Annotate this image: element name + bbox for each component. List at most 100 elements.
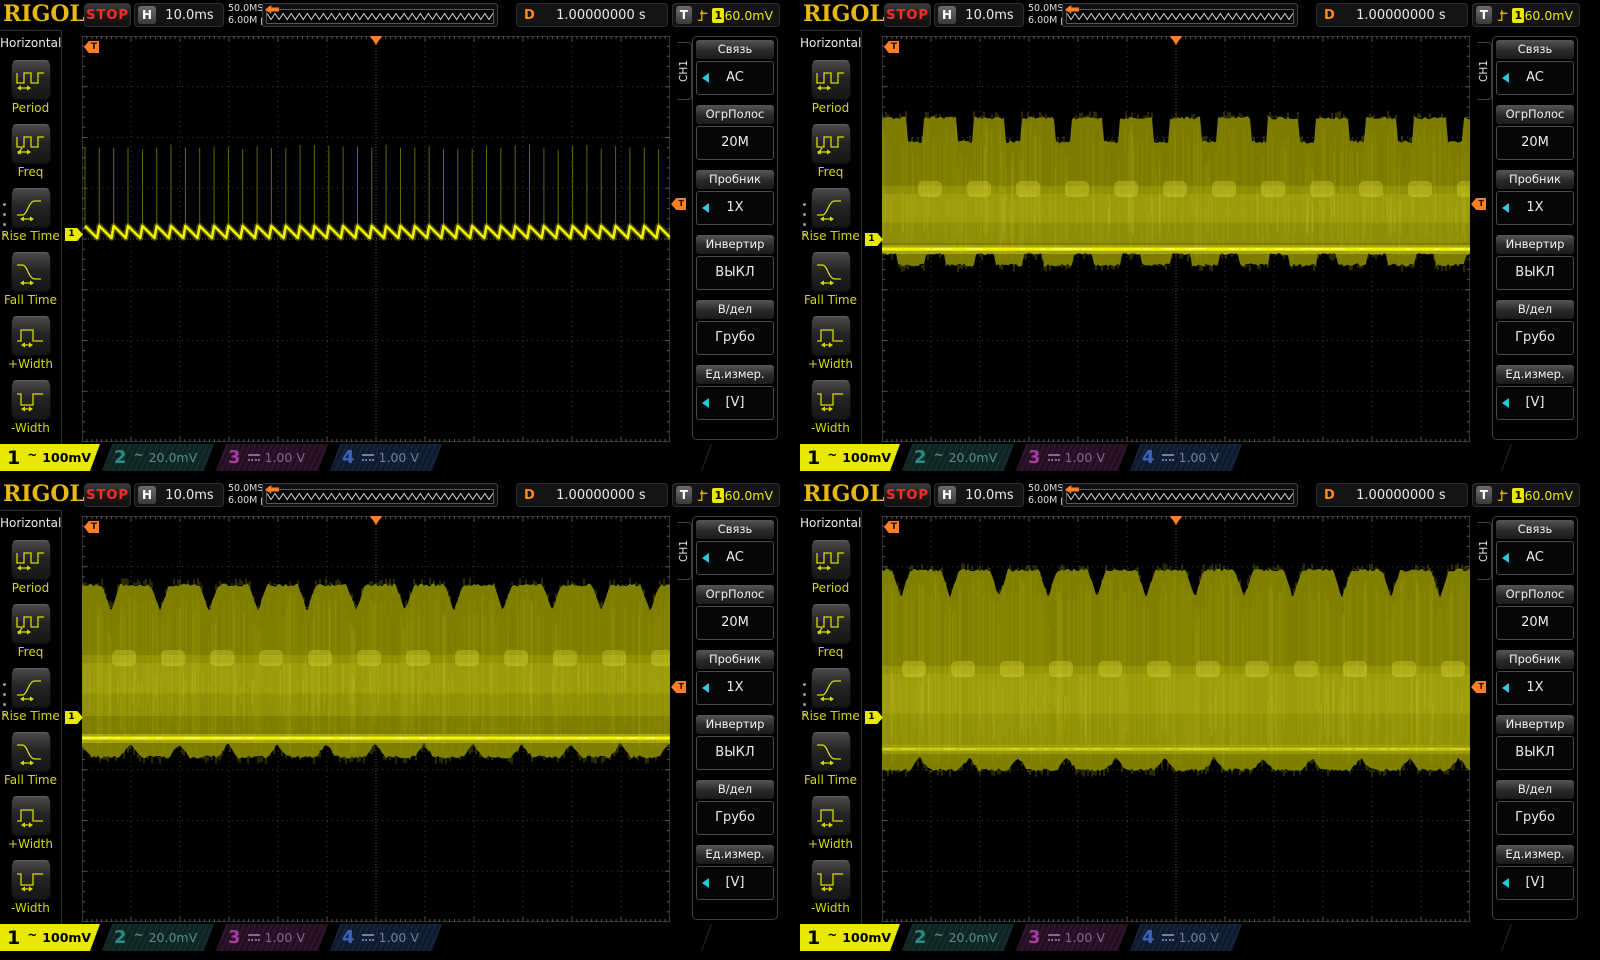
menu-item-value[interactable]: AC bbox=[696, 61, 774, 95]
menu-item-value[interactable]: AC bbox=[1496, 541, 1574, 575]
menu-item-header[interactable]: Пробник bbox=[696, 170, 774, 189]
menu-item-1[interactable]: Связь AC bbox=[696, 520, 774, 575]
sidebar-item-period[interactable]: Period bbox=[800, 60, 861, 115]
menu-item-header[interactable]: Инвертир bbox=[696, 715, 774, 734]
menu-item-4[interactable]: Инвертир ВЫКЛ bbox=[696, 235, 774, 290]
channel-2-tab[interactable]: 2 ~20.0mV bbox=[102, 444, 214, 471]
freq-icon[interactable] bbox=[810, 124, 851, 164]
menu-item-header[interactable]: В/дел bbox=[1496, 780, 1574, 799]
sidebar-item-freq[interactable]: Freq bbox=[800, 124, 861, 179]
channel-2-tab[interactable]: 2 ~20.0mV bbox=[902, 444, 1014, 471]
sidebar-item-fall-time[interactable]: Fall Time bbox=[800, 252, 861, 307]
menu-item-1[interactable]: Связь AC bbox=[1496, 40, 1574, 95]
menu-item-header[interactable]: Ед.измер. bbox=[696, 845, 774, 864]
menu-item-6[interactable]: Ед.измер. [V] bbox=[696, 365, 774, 420]
menu-item-header[interactable]: Пробник bbox=[696, 650, 774, 669]
freq-icon[interactable] bbox=[810, 604, 851, 644]
menu-item-value[interactable]: Грубо bbox=[1496, 801, 1574, 835]
channel1-ground-marker[interactable]: 1 bbox=[65, 711, 83, 724]
menu-item-5[interactable]: В/дел Грубо bbox=[1496, 780, 1574, 835]
menu-item-value[interactable]: [V] bbox=[1496, 386, 1574, 420]
menu-item-value[interactable]: ВЫКЛ bbox=[696, 736, 774, 770]
menu-item-header[interactable]: В/дел bbox=[696, 780, 774, 799]
rise-time-icon[interactable] bbox=[810, 668, 851, 708]
channel-1-tab[interactable]: 1 ~100mV B bbox=[0, 924, 100, 951]
sidebar-item-period[interactable]: Period bbox=[800, 540, 861, 595]
minus-width-icon[interactable] bbox=[810, 380, 851, 420]
menu-item-header[interactable]: Связь bbox=[696, 40, 774, 59]
period-icon[interactable] bbox=[810, 60, 851, 100]
menu-item-value[interactable]: 20M bbox=[1496, 126, 1574, 160]
plus-width-icon[interactable] bbox=[810, 316, 851, 356]
fall-time-icon[interactable] bbox=[810, 732, 851, 772]
menu-item-1[interactable]: Связь AC bbox=[696, 40, 774, 95]
menu-item-value[interactable]: AC bbox=[696, 541, 774, 575]
menu-item-header[interactable]: Ед.измер. bbox=[1496, 365, 1574, 384]
menu-item-value[interactable]: [V] bbox=[1496, 866, 1574, 900]
minus-width-icon[interactable] bbox=[810, 860, 851, 900]
freq-icon[interactable] bbox=[10, 604, 51, 644]
menu-item-4[interactable]: Инвертир ВЫКЛ bbox=[1496, 715, 1574, 770]
menu-item-2[interactable]: ОгрПолос 20M bbox=[1496, 585, 1574, 640]
menu-item-6[interactable]: Ед.измер. [V] bbox=[696, 845, 774, 900]
menu-item-value[interactable]: 20M bbox=[696, 126, 774, 160]
menu-item-header[interactable]: Связь bbox=[696, 520, 774, 539]
menu-item-3[interactable]: Пробник 1X bbox=[696, 650, 774, 705]
menu-item-3[interactable]: Пробник 1X bbox=[1496, 170, 1574, 225]
channel-2-tab[interactable]: 2 ~20.0mV bbox=[902, 924, 1014, 951]
plus-width-icon[interactable] bbox=[10, 796, 51, 836]
sidebar-item-period[interactable]: Period bbox=[0, 540, 61, 595]
menu-item-header[interactable]: ОгрПолос bbox=[696, 585, 774, 604]
trigger-position-triangle[interactable] bbox=[1170, 516, 1182, 525]
menu-item-header[interactable]: Инвертир bbox=[1496, 235, 1574, 254]
menu-item-value[interactable]: Грубо bbox=[696, 801, 774, 835]
rise-time-icon[interactable] bbox=[810, 188, 851, 228]
menu-item-value[interactable]: ВЫКЛ bbox=[1496, 256, 1574, 290]
trigger-level-marker[interactable]: T bbox=[1471, 198, 1486, 210]
menu-item-3[interactable]: Пробник 1X bbox=[1496, 650, 1574, 705]
menu-item-value[interactable]: Грубо bbox=[1496, 321, 1574, 355]
menu-item-header[interactable]: Ед.измер. bbox=[696, 365, 774, 384]
menu-item-3[interactable]: Пробник 1X bbox=[696, 170, 774, 225]
channel1-ground-marker[interactable]: 1 bbox=[865, 233, 883, 246]
sidebar-item--width[interactable]: +Width bbox=[800, 316, 861, 371]
menu-item-2[interactable]: ОгрПолос 20M bbox=[1496, 105, 1574, 160]
freq-icon[interactable] bbox=[10, 124, 51, 164]
sidebar-item-freq[interactable]: Freq bbox=[800, 604, 861, 659]
fall-time-icon[interactable] bbox=[810, 252, 851, 292]
channel-1-tab[interactable]: 1 ~100mV B bbox=[800, 444, 900, 471]
sidebar-item--width[interactable]: +Width bbox=[0, 316, 61, 371]
menu-item-header[interactable]: ОгрПолос bbox=[696, 105, 774, 124]
trigger-level-marker[interactable]: T bbox=[1471, 681, 1486, 693]
menu-item-header[interactable]: В/дел bbox=[696, 300, 774, 319]
menu-item-header[interactable]: ОгрПолос bbox=[1496, 585, 1574, 604]
menu-item-value[interactable]: AC bbox=[1496, 61, 1574, 95]
channel-3-tab[interactable]: 3 1.00 V bbox=[1016, 444, 1128, 471]
sidebar-item-rise-time[interactable]: Rise Time bbox=[800, 668, 861, 723]
menu-item-header[interactable]: Инвертир bbox=[696, 235, 774, 254]
menu-item-header[interactable]: Связь bbox=[1496, 40, 1574, 59]
menu-item-4[interactable]: Инвертир ВЫКЛ bbox=[696, 715, 774, 770]
sidebar-item-freq[interactable]: Freq bbox=[0, 604, 61, 659]
channel-4-tab[interactable]: 4 1.00 V bbox=[330, 444, 442, 471]
menu-item-value[interactable]: 1X bbox=[1496, 191, 1574, 225]
sidebar-item--width[interactable]: +Width bbox=[0, 796, 61, 851]
menu-item-header[interactable]: Ед.измер. bbox=[1496, 845, 1574, 864]
menu-item-4[interactable]: Инвертир ВЫКЛ bbox=[1496, 235, 1574, 290]
channel-4-tab[interactable]: 4 1.00 V bbox=[1130, 444, 1242, 471]
channel-3-tab[interactable]: 3 1.00 V bbox=[216, 444, 328, 471]
channel-3-tab[interactable]: 3 1.00 V bbox=[1016, 924, 1128, 951]
sidebar-item-fall-time[interactable]: Fall Time bbox=[0, 252, 61, 307]
menu-item-value[interactable]: 20M bbox=[1496, 606, 1574, 640]
menu-item-header[interactable]: ОгрПолос bbox=[1496, 105, 1574, 124]
sidebar-item-rise-time[interactable]: Rise Time bbox=[0, 668, 61, 723]
rise-time-icon[interactable] bbox=[10, 188, 51, 228]
period-icon[interactable] bbox=[810, 540, 851, 580]
menu-item-value[interactable]: ВЫКЛ bbox=[1496, 736, 1574, 770]
period-icon[interactable] bbox=[10, 60, 51, 100]
sidebar-item--width[interactable]: -Width bbox=[800, 380, 861, 435]
channel1-ground-marker[interactable]: 1 bbox=[865, 711, 883, 724]
menu-item-value[interactable]: [V] bbox=[696, 866, 774, 900]
sidebar-item-rise-time[interactable]: Rise Time bbox=[0, 188, 61, 243]
trigger-position-triangle[interactable] bbox=[370, 516, 382, 525]
